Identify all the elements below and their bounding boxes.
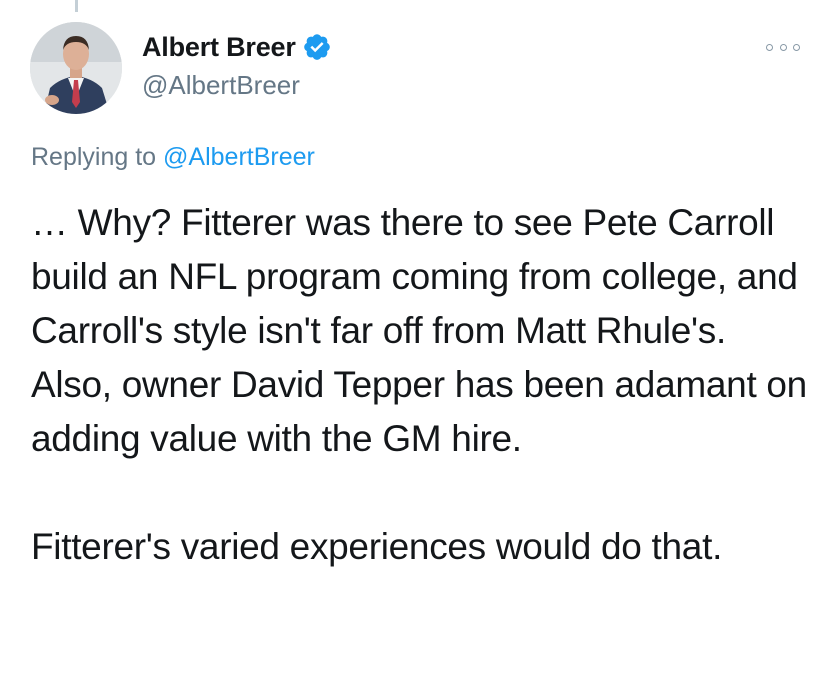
avatar[interactable] xyxy=(30,22,122,114)
verified-badge-icon xyxy=(302,32,332,62)
replying-prefix: Replying to xyxy=(31,143,164,171)
thread-connector-line xyxy=(75,0,78,12)
more-options-button[interactable] xyxy=(766,40,800,54)
tweet-body: … Why? Fitterer was there to see Pete Ca… xyxy=(31,196,811,574)
user-handle[interactable]: @AlbertBreer xyxy=(142,70,332,101)
profile-photo-icon xyxy=(30,22,122,114)
name-row: Albert Breer xyxy=(142,30,332,64)
replying-to: Replying to @AlbertBreer xyxy=(31,143,315,172)
display-name[interactable]: Albert Breer xyxy=(142,32,296,63)
more-dot-icon xyxy=(779,43,787,51)
tweet-paragraph: … Why? Fitterer was there to see Pete Ca… xyxy=(31,202,807,459)
tweet-header: Albert Breer @AlbertBreer xyxy=(142,30,332,101)
reply-mention-link[interactable]: @AlbertBreer xyxy=(163,143,315,171)
more-dot-icon xyxy=(793,43,800,51)
more-dot-icon xyxy=(766,43,773,51)
tweet-paragraph: Fitterer's varied experiences would do t… xyxy=(31,526,723,567)
